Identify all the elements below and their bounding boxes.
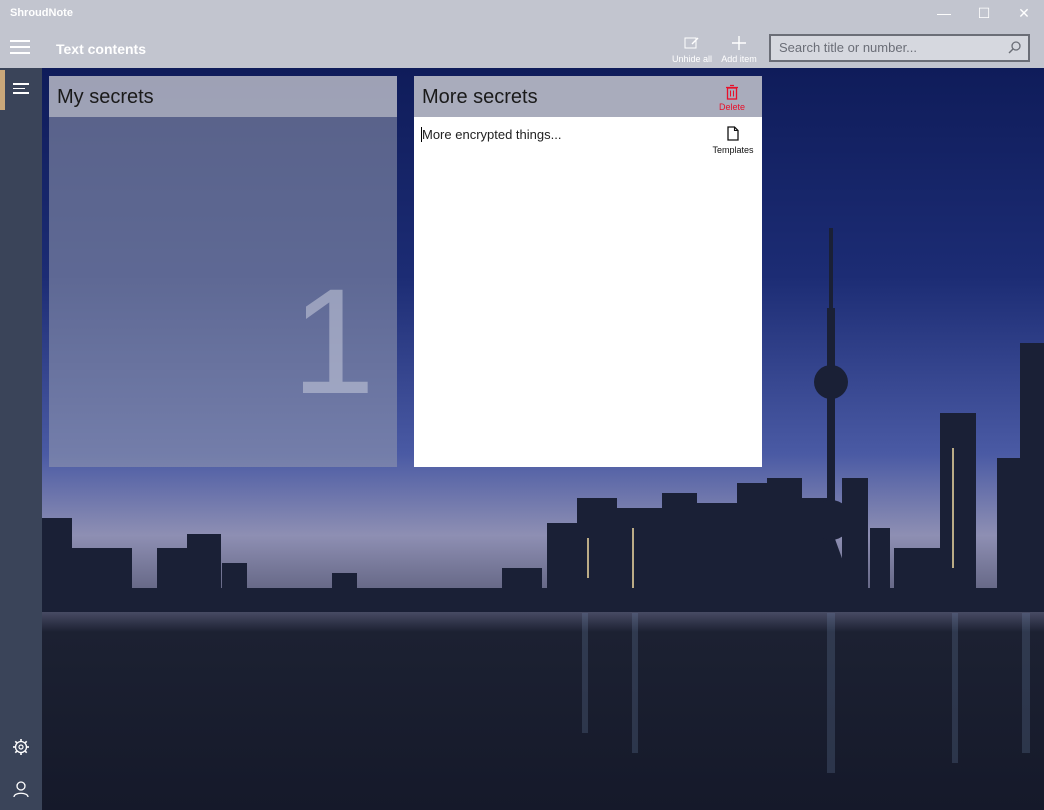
- minimize-icon: —: [937, 5, 951, 21]
- add-item-label: Add item: [721, 54, 757, 64]
- close-icon: ✕: [1018, 4, 1030, 21]
- search-box[interactable]: Search title or number...: [769, 34, 1030, 62]
- nav-selected-indicator: [0, 70, 5, 110]
- note-text-area[interactable]: More encrypted things...: [421, 127, 561, 142]
- unhide-all-button[interactable]: Unhide all: [668, 32, 716, 68]
- add-item-button[interactable]: Add item: [715, 32, 763, 68]
- note-card-open[interactable]: More secrets Delete More encrypted thing…: [414, 76, 762, 467]
- template-icon: [727, 126, 739, 141]
- card-header: My secrets: [49, 76, 397, 117]
- note-card[interactable]: My secrets 1: [49, 76, 397, 467]
- title-bar: ShroudNote — ☐ ✕: [0, 0, 1044, 26]
- nav-menu-icon[interactable]: [13, 83, 29, 95]
- add-icon: [715, 32, 763, 54]
- search-icon[interactable]: [1008, 40, 1022, 54]
- app-name: ShroudNote: [10, 7, 73, 19]
- search-input[interactable]: Search title or number...: [779, 40, 917, 55]
- card-number: 1: [291, 257, 375, 425]
- delete-icon: [726, 84, 738, 100]
- hamburger-icon[interactable]: [10, 40, 30, 54]
- delete-button[interactable]: Delete: [714, 82, 750, 112]
- minimize-button[interactable]: —: [924, 0, 964, 26]
- close-button[interactable]: ✕: [1004, 0, 1044, 26]
- maximize-button[interactable]: ☐: [964, 0, 1004, 26]
- settings-icon[interactable]: [12, 738, 30, 756]
- templates-label: Templates: [712, 145, 754, 155]
- unhide-icon: [668, 32, 716, 54]
- page-title: Text contents: [56, 41, 146, 57]
- card-title: My secrets: [57, 86, 154, 108]
- delete-label: Delete: [718, 102, 745, 112]
- app-header: Text contents Unhide all Add item Search…: [0, 26, 1044, 68]
- templates-button[interactable]: Templates: [711, 126, 755, 155]
- note-content: More encrypted things...: [422, 127, 562, 142]
- maximize-icon: ☐: [977, 4, 991, 21]
- left-nav-rail: [0, 68, 42, 810]
- card-header: More secrets Delete: [414, 76, 762, 117]
- card-title: More secrets: [422, 86, 538, 108]
- unhide-all-label: Unhide all: [671, 54, 713, 64]
- user-icon[interactable]: [12, 780, 30, 798]
